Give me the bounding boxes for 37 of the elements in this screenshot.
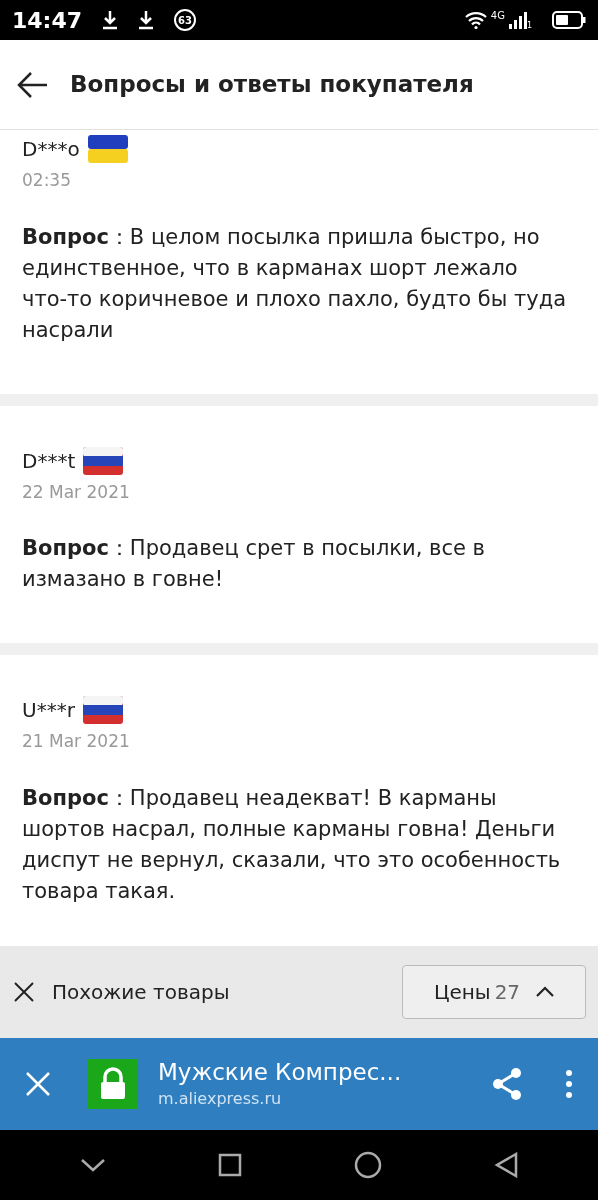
author-name: D***t (22, 447, 76, 475)
network-type: 4G (490, 9, 505, 23)
share-button[interactable] (490, 1067, 524, 1101)
prices-label: Цены (433, 979, 491, 1006)
home-button[interactable] (354, 1151, 382, 1179)
ukraine-flag-icon (87, 135, 128, 163)
question-date: 22 Mar 2021 (22, 480, 131, 504)
author-name: D***o (22, 136, 80, 163)
signal-icon (508, 11, 527, 29)
download-icon (102, 10, 119, 30)
status-time: 14:47 (12, 6, 83, 35)
similar-items-label: Похожие товары (52, 979, 230, 1006)
question-text: Вопрос：В целом посылка пришла быстро, но единственное, что в карманах шорт лежало что-то коричневое и плохо пахло, будто бы туда насрали (22, 223, 568, 344)
russia-flag-icon (82, 696, 123, 724)
wifi-icon (464, 11, 487, 29)
page-title-text: Мужские Компрес... (158, 1058, 402, 1087)
more-menu-button[interactable] (564, 1068, 574, 1100)
question-text: Вопрос：Продавец срет в посылки, все в измазано в говне! (22, 535, 486, 593)
download-icon (138, 10, 155, 30)
question-date: 21 Mar 2021 (22, 730, 131, 753)
russia-flag-icon (83, 446, 124, 475)
question-date: 02:35 (22, 169, 72, 192)
close-tab-button[interactable] (24, 1070, 52, 1098)
close-similar-button[interactable] (12, 980, 36, 1004)
notification-badge: 63 (174, 9, 197, 31)
hide-keyboard-button[interactable] (80, 1157, 106, 1173)
page-url: m.aliexpress.ru (158, 1088, 283, 1110)
author-name: U***r (22, 697, 75, 724)
recents-button[interactable] (218, 1153, 242, 1177)
back-nav-button[interactable] (494, 1152, 518, 1178)
battery-icon (552, 11, 586, 29)
sim-number: 1 (526, 20, 532, 32)
chevron-up-icon (536, 986, 555, 998)
question-text: Вопрос：Продавец неадекват! В карманы шортов насрал, полные карманы говна! Деньги диспут не вернул, сказали, что это особенность товара такая. (22, 784, 562, 905)
prices-button[interactable]: Цены 27 (402, 965, 586, 1019)
prices-count: 27 (494, 979, 521, 1006)
page-title: Вопросы и ответы покупателя (70, 70, 474, 100)
